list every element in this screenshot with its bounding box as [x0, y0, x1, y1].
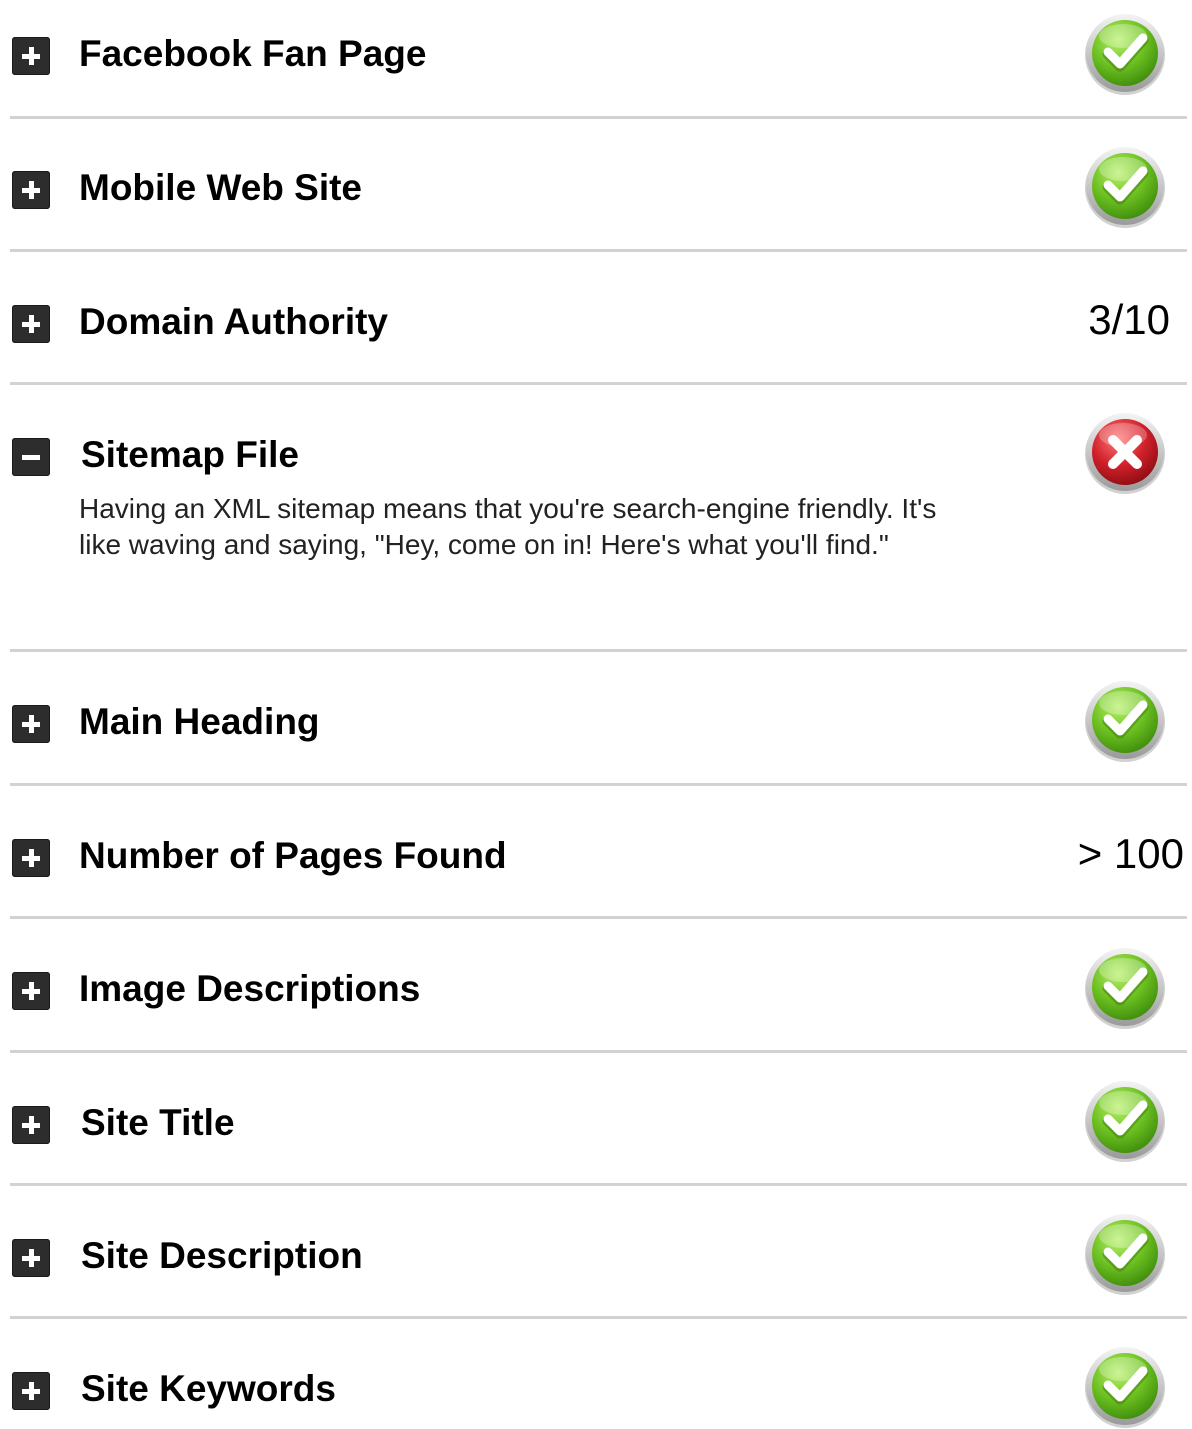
domain-authority-value: 3/10	[1088, 296, 1170, 343]
list-item[interactable]: Number of Pages Found > 100	[0, 786, 1192, 920]
row-title: Main Heading	[79, 701, 320, 742]
collapse-minus-icon[interactable]	[12, 438, 50, 476]
list-item[interactable]: Site Keywords	[0, 1319, 1192, 1423]
expand-plus-icon[interactable]	[12, 305, 50, 343]
row-title: Sitemap File	[81, 434, 299, 475]
list-item[interactable]: Main Heading	[0, 652, 1192, 786]
list-item[interactable]: Site Title	[0, 1053, 1192, 1187]
row-title: Number of Pages Found	[79, 835, 507, 876]
row-title: Domain Authority	[79, 301, 389, 342]
expand-plus-icon[interactable]	[12, 839, 50, 877]
check-icon	[1083, 1212, 1167, 1296]
list-item[interactable]: Domain Authority 3/10	[0, 252, 1192, 386]
check-icon	[1083, 1345, 1167, 1429]
list-item[interactable]: Image Descriptions	[0, 919, 1192, 1053]
check-icon	[1083, 12, 1167, 96]
expand-plus-icon[interactable]	[12, 1106, 50, 1144]
row-title: Site Keywords	[81, 1368, 336, 1409]
row-description: Having an XML sitemap means that you're …	[79, 493, 937, 560]
check-icon	[1083, 145, 1167, 229]
expand-plus-icon[interactable]	[12, 1239, 50, 1277]
row-title: Mobile Web Site	[79, 167, 363, 208]
list-item[interactable]: Facebook Fan Page	[0, 0, 1192, 118]
expand-plus-icon[interactable]	[12, 972, 50, 1010]
expand-plus-icon[interactable]	[12, 705, 50, 743]
check-icon	[1083, 1079, 1167, 1163]
pages-found-value: > 100	[1077, 830, 1184, 877]
check-icon	[1083, 679, 1167, 763]
expand-plus-icon[interactable]	[12, 37, 50, 75]
row-title: Site Description	[81, 1235, 363, 1276]
expand-plus-icon[interactable]	[12, 1372, 50, 1410]
list-item[interactable]: Site Description	[0, 1186, 1192, 1320]
check-icon	[1083, 946, 1167, 1030]
fail-x-icon	[1083, 411, 1167, 495]
row-title: Facebook Fan Page	[79, 33, 427, 74]
row-title: Image Descriptions	[79, 968, 421, 1009]
list-item[interactable]: Sitemap File Having an XML sitemap means…	[0, 385, 1192, 653]
expand-plus-icon[interactable]	[12, 171, 50, 209]
list-item[interactable]: Mobile Web Site	[0, 118, 1192, 252]
row-title: Site Title	[81, 1102, 235, 1143]
